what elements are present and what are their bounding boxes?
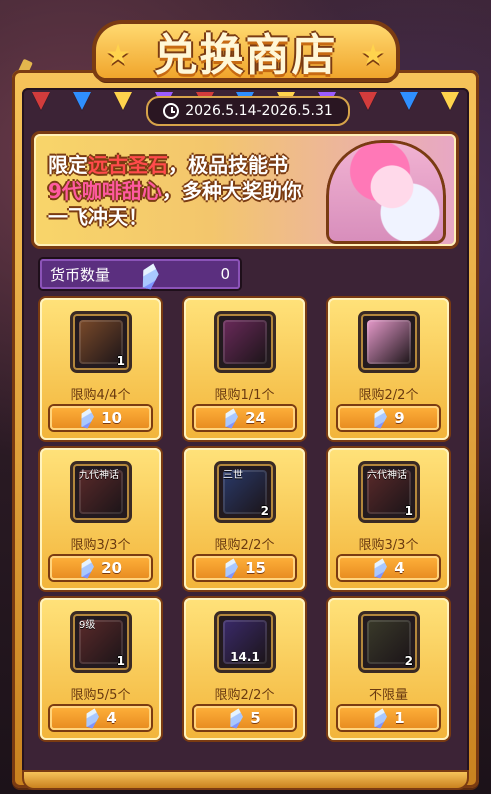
item-price: 5 xyxy=(250,709,261,727)
crystal-currency-icon xyxy=(370,706,391,729)
currency-label: 货币数量 xyxy=(50,265,111,284)
item-icon-frame: 14.1 xyxy=(217,614,273,670)
item-icon-frame: 三世 2 xyxy=(217,464,273,520)
item-icon-frame: 9级 1 xyxy=(73,614,129,670)
crystal-currency-icon xyxy=(226,706,247,729)
shop-item-card[interactable]: 14.1 限购2/2个 5 xyxy=(184,598,305,740)
item-quantity: 1 xyxy=(404,504,413,518)
crystal-currency-icon xyxy=(77,556,98,579)
banner-character-illustration xyxy=(326,140,446,244)
item-badge: 14.1 xyxy=(230,650,260,664)
banner-text: 限定远古圣石，极品技能书 9代咖啡甜心，多种大奖助你 一飞冲天！ xyxy=(48,152,328,230)
bunting-flag xyxy=(32,92,50,110)
item-icon-frame xyxy=(361,314,417,370)
shop-item-card[interactable]: 限购1/1个 24 xyxy=(184,298,305,440)
event-date-range: 2026.5.14-2026.5.31 xyxy=(146,96,350,126)
currency-amount: 0 xyxy=(220,265,230,283)
crystal-currency-icon xyxy=(370,556,391,579)
currency-counter: 货币数量 0 xyxy=(40,259,240,289)
item-badge: 九代神话 xyxy=(79,470,119,481)
item-price: 24 xyxy=(245,409,266,427)
crystal-currency-icon xyxy=(221,406,242,429)
bunting-flag xyxy=(400,92,419,110)
item-limit-text: 限购3/3个 xyxy=(70,538,131,553)
item-limit-text: 限购4/4个 xyxy=(70,388,131,403)
bottom-frame-cap xyxy=(24,772,467,788)
shop-item-card[interactable]: 九代神话 限购3/3个 20 xyxy=(40,448,161,590)
shop-item-card[interactable]: 2 不限量 1 xyxy=(328,598,449,740)
item-price: 20 xyxy=(101,559,122,577)
buy-button[interactable]: 4 xyxy=(50,706,151,730)
item-price: 1 xyxy=(394,709,405,727)
buy-button[interactable]: 5 xyxy=(194,706,295,730)
buy-button[interactable]: 24 xyxy=(194,406,295,430)
buy-button[interactable]: 15 xyxy=(194,556,295,580)
item-badge: 三世 xyxy=(223,470,243,481)
shop-item-grid: 1 限购4/4个 10 限购1/1个 24 限购2/2个 9 九代神话 限购3/… xyxy=(40,298,449,746)
page-title: 兑换商店 xyxy=(153,30,338,81)
item-icon-frame: 2 xyxy=(361,614,417,670)
banner-line1-prefix: 限定 xyxy=(48,153,88,177)
buy-button[interactable]: 10 xyxy=(50,406,151,430)
crystal-currency-icon xyxy=(82,706,103,729)
bunting-flag xyxy=(113,92,132,110)
hero-portrait-icon xyxy=(367,320,411,364)
item-price: 10 xyxy=(101,409,122,427)
date-range-text: 2026.5.14-2026.5.31 xyxy=(185,103,333,119)
bunting-flag xyxy=(359,92,378,110)
buy-button[interactable]: 4 xyxy=(338,556,439,580)
item-limit-text: 限购3/3个 xyxy=(358,538,419,553)
banner-line2-suffix: ，多种大奖助你 xyxy=(161,179,302,203)
item-price: 15 xyxy=(245,559,266,577)
banner-line1-highlight: 远古圣石 xyxy=(88,153,168,177)
crystal-currency-icon xyxy=(221,556,242,579)
item-limit-text: 限购2/2个 xyxy=(214,688,275,703)
shop-item-card[interactable]: 1 限购4/4个 10 xyxy=(40,298,161,440)
item-limit-text: 限购2/2个 xyxy=(214,538,275,553)
item-limit-text: 限购1/1个 xyxy=(214,388,275,403)
banner-line1-suffix: ，极品技能书 xyxy=(168,153,288,177)
item-limit-text: 限购5/5个 xyxy=(70,688,131,703)
shop-item-card[interactable]: 六代神话 1 限购3/3个 4 xyxy=(328,448,449,590)
shop-item-card[interactable]: 9级 1 限购5/5个 4 xyxy=(40,598,161,740)
item-limit-text: 不限量 xyxy=(368,688,408,703)
title-header: ★ 兑换商店 ★ xyxy=(0,6,491,86)
buy-button[interactable]: 9 xyxy=(338,406,439,430)
bunting-flag xyxy=(440,92,459,110)
star-icon: ★ xyxy=(105,37,131,71)
item-price: 4 xyxy=(394,559,405,577)
item-icon-frame xyxy=(217,314,273,370)
buy-button[interactable]: 20 xyxy=(50,556,151,580)
star-icon: ★ xyxy=(360,37,386,71)
banner-line2-highlight: 9代咖啡甜心 xyxy=(48,179,162,203)
skill-book-icon xyxy=(223,320,267,364)
event-banner: 限定远古圣石，极品技能书 9代咖啡甜心，多种大奖助你 一飞冲天！ xyxy=(34,134,456,246)
item-badge: 六代神话 xyxy=(367,470,407,481)
item-icon-frame: 1 xyxy=(73,314,129,370)
shop-item-card[interactable]: 限购2/2个 9 xyxy=(328,298,449,440)
item-quantity: 2 xyxy=(404,654,413,668)
shop-item-card[interactable]: 三世 2 限购2/2个 15 xyxy=(184,448,305,590)
bunting-flag xyxy=(72,92,91,110)
item-price: 9 xyxy=(394,409,405,427)
item-icon-frame: 九代神话 xyxy=(73,464,129,520)
crystal-currency-icon xyxy=(370,406,391,429)
item-quantity: 1 xyxy=(116,654,125,668)
clock-icon xyxy=(163,103,180,119)
item-quantity: 2 xyxy=(260,504,269,518)
item-price: 4 xyxy=(106,709,117,727)
banner-line3: 一飞冲天！ xyxy=(48,205,148,229)
item-limit-text: 限购2/2个 xyxy=(358,388,419,403)
item-quantity: 1 xyxy=(116,354,125,368)
item-badge: 9级 xyxy=(79,620,96,631)
crystal-currency-icon xyxy=(77,406,98,429)
crystal-currency-icon xyxy=(137,261,163,291)
item-icon-frame: 六代神话 1 xyxy=(361,464,417,520)
buy-button[interactable]: 1 xyxy=(338,706,439,730)
